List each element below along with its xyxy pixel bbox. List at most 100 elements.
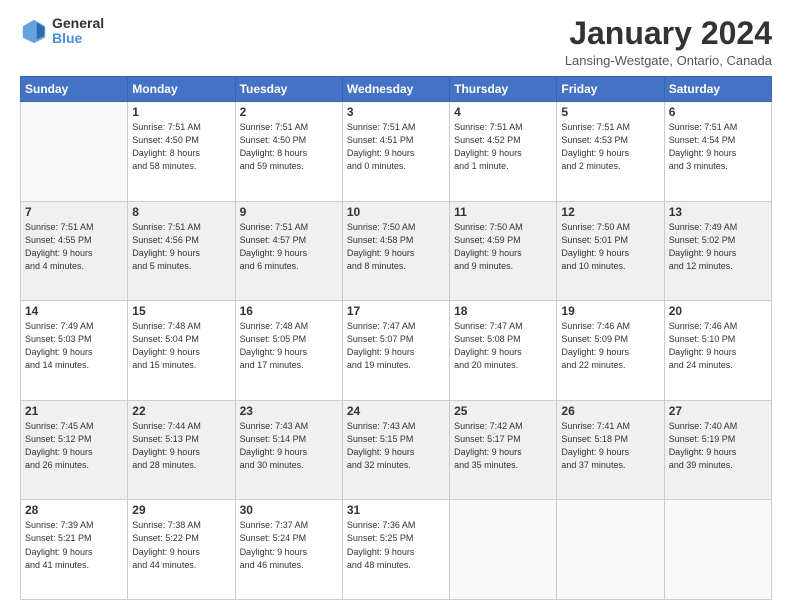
day-number: 2 <box>240 105 338 119</box>
day-number: 26 <box>561 404 659 418</box>
calendar-cell: 3 Sunrise: 7:51 AM Sunset: 4:51 PM Daylig… <box>342 102 449 202</box>
day-number: 10 <box>347 205 445 219</box>
calendar-cell: 18 Sunrise: 7:47 AM Sunset: 5:08 PM Dayli… <box>450 301 557 401</box>
calendar-cell <box>557 500 664 600</box>
calendar-cell <box>450 500 557 600</box>
calendar-cell <box>21 102 128 202</box>
day-info: Sunrise: 7:44 AM Sunset: 5:13 PM Dayligh… <box>132 420 230 472</box>
day-info: Sunrise: 7:50 AM Sunset: 5:01 PM Dayligh… <box>561 221 659 273</box>
logo-blue-label: Blue <box>52 31 104 46</box>
day-info: Sunrise: 7:45 AM Sunset: 5:12 PM Dayligh… <box>25 420 123 472</box>
day-number: 14 <box>25 304 123 318</box>
calendar-header-sunday: Sunday <box>21 77 128 102</box>
calendar-cell: 16 Sunrise: 7:48 AM Sunset: 5:05 PM Dayli… <box>235 301 342 401</box>
day-info: Sunrise: 7:50 AM Sunset: 4:59 PM Dayligh… <box>454 221 552 273</box>
day-info: Sunrise: 7:51 AM Sunset: 4:50 PM Dayligh… <box>240 121 338 173</box>
calendar-header-saturday: Saturday <box>664 77 771 102</box>
day-info: Sunrise: 7:49 AM Sunset: 5:03 PM Dayligh… <box>25 320 123 372</box>
day-number: 22 <box>132 404 230 418</box>
day-info: Sunrise: 7:38 AM Sunset: 5:22 PM Dayligh… <box>132 519 230 571</box>
day-info: Sunrise: 7:50 AM Sunset: 4:58 PM Dayligh… <box>347 221 445 273</box>
calendar-cell: 22 Sunrise: 7:44 AM Sunset: 5:13 PM Dayli… <box>128 400 235 500</box>
calendar-cell: 1 Sunrise: 7:51 AM Sunset: 4:50 PM Daylig… <box>128 102 235 202</box>
day-number: 6 <box>669 105 767 119</box>
calendar-cell: 23 Sunrise: 7:43 AM Sunset: 5:14 PM Dayli… <box>235 400 342 500</box>
day-info: Sunrise: 7:43 AM Sunset: 5:14 PM Dayligh… <box>240 420 338 472</box>
calendar-cell: 21Sunrise: 7:45 AM Sunset: 5:12 PM Dayli… <box>21 400 128 500</box>
day-info: Sunrise: 7:51 AM Sunset: 4:55 PM Dayligh… <box>25 221 123 273</box>
day-number: 15 <box>132 304 230 318</box>
main-title: January 2024 <box>565 16 772 51</box>
day-number: 23 <box>240 404 338 418</box>
calendar-cell: 27Sunrise: 7:40 AM Sunset: 5:19 PM Dayli… <box>664 400 771 500</box>
day-info: Sunrise: 7:39 AM Sunset: 5:21 PM Dayligh… <box>25 519 123 571</box>
calendar-cell: 12 Sunrise: 7:50 AM Sunset: 5:01 PM Dayli… <box>557 201 664 301</box>
calendar-cell: 26 Sunrise: 7:41 AM Sunset: 5:18 PM Dayli… <box>557 400 664 500</box>
day-number: 30 <box>240 503 338 517</box>
calendar-header-tuesday: Tuesday <box>235 77 342 102</box>
calendar-header-monday: Monday <box>128 77 235 102</box>
day-number: 7 <box>25 205 123 219</box>
calendar-week-row-1: 1 Sunrise: 7:51 AM Sunset: 4:50 PM Daylig… <box>21 102 772 202</box>
day-number: 13 <box>669 205 767 219</box>
day-info: Sunrise: 7:51 AM Sunset: 4:50 PM Dayligh… <box>132 121 230 173</box>
calendar-header-thursday: Thursday <box>450 77 557 102</box>
day-info: Sunrise: 7:51 AM Sunset: 4:52 PM Dayligh… <box>454 121 552 173</box>
day-number: 18 <box>454 304 552 318</box>
day-info: Sunrise: 7:51 AM Sunset: 4:54 PM Dayligh… <box>669 121 767 173</box>
calendar-header-row: SundayMondayTuesdayWednesdayThursdayFrid… <box>21 77 772 102</box>
day-info: Sunrise: 7:37 AM Sunset: 5:24 PM Dayligh… <box>240 519 338 571</box>
calendar-cell: 11Sunrise: 7:50 AM Sunset: 4:59 PM Dayli… <box>450 201 557 301</box>
header: General Blue January 2024 Lansing-Westga… <box>20 16 772 68</box>
calendar-cell: 14 Sunrise: 7:49 AM Sunset: 5:03 PM Dayli… <box>21 301 128 401</box>
day-number: 17 <box>347 304 445 318</box>
day-info: Sunrise: 7:41 AM Sunset: 5:18 PM Dayligh… <box>561 420 659 472</box>
day-info: Sunrise: 7:40 AM Sunset: 5:19 PM Dayligh… <box>669 420 767 472</box>
calendar-week-row-5: 28Sunrise: 7:39 AM Sunset: 5:21 PM Dayli… <box>21 500 772 600</box>
calendar-cell: 20 Sunrise: 7:46 AM Sunset: 5:10 PM Dayli… <box>664 301 771 401</box>
day-info: Sunrise: 7:51 AM Sunset: 4:57 PM Dayligh… <box>240 221 338 273</box>
day-info: Sunrise: 7:48 AM Sunset: 5:05 PM Dayligh… <box>240 320 338 372</box>
calendar-cell: 30 Sunrise: 7:37 AM Sunset: 5:24 PM Dayli… <box>235 500 342 600</box>
day-info: Sunrise: 7:48 AM Sunset: 5:04 PM Dayligh… <box>132 320 230 372</box>
page: General Blue January 2024 Lansing-Westga… <box>0 0 792 612</box>
day-number: 20 <box>669 304 767 318</box>
day-number: 9 <box>240 205 338 219</box>
day-number: 3 <box>347 105 445 119</box>
calendar-cell: 10 Sunrise: 7:50 AM Sunset: 4:58 PM Dayli… <box>342 201 449 301</box>
day-number: 29 <box>132 503 230 517</box>
calendar-cell: 5 Sunrise: 7:51 AM Sunset: 4:53 PM Daylig… <box>557 102 664 202</box>
calendar-cell: 29 Sunrise: 7:38 AM Sunset: 5:22 PM Dayli… <box>128 500 235 600</box>
day-number: 1 <box>132 105 230 119</box>
day-number: 16 <box>240 304 338 318</box>
title-block: January 2024 Lansing-Westgate, Ontario, … <box>565 16 772 68</box>
day-info: Sunrise: 7:46 AM Sunset: 5:10 PM Dayligh… <box>669 320 767 372</box>
day-info: Sunrise: 7:49 AM Sunset: 5:02 PM Dayligh… <box>669 221 767 273</box>
calendar-cell: 6 Sunrise: 7:51 AM Sunset: 4:54 PM Daylig… <box>664 102 771 202</box>
calendar-cell: 4Sunrise: 7:51 AM Sunset: 4:52 PM Daylig… <box>450 102 557 202</box>
calendar-cell: 25Sunrise: 7:42 AM Sunset: 5:17 PM Dayli… <box>450 400 557 500</box>
calendar-cell: 2 Sunrise: 7:51 AM Sunset: 4:50 PM Daylig… <box>235 102 342 202</box>
day-number: 31 <box>347 503 445 517</box>
day-info: Sunrise: 7:47 AM Sunset: 5:07 PM Dayligh… <box>347 320 445 372</box>
logo-general-label: General <box>52 16 104 31</box>
subtitle: Lansing-Westgate, Ontario, Canada <box>565 53 772 68</box>
calendar-cell: 8Sunrise: 7:51 AM Sunset: 4:56 PM Daylig… <box>128 201 235 301</box>
day-number: 8 <box>132 205 230 219</box>
calendar-cell: 24Sunrise: 7:43 AM Sunset: 5:15 PM Dayli… <box>342 400 449 500</box>
calendar-cell: 19Sunrise: 7:46 AM Sunset: 5:09 PM Dayli… <box>557 301 664 401</box>
day-info: Sunrise: 7:36 AM Sunset: 5:25 PM Dayligh… <box>347 519 445 571</box>
day-number: 12 <box>561 205 659 219</box>
day-number: 25 <box>454 404 552 418</box>
logo: General Blue <box>20 16 104 47</box>
day-info: Sunrise: 7:51 AM Sunset: 4:51 PM Dayligh… <box>347 121 445 173</box>
day-info: Sunrise: 7:43 AM Sunset: 5:15 PM Dayligh… <box>347 420 445 472</box>
calendar-header-wednesday: Wednesday <box>342 77 449 102</box>
day-info: Sunrise: 7:51 AM Sunset: 4:53 PM Dayligh… <box>561 121 659 173</box>
calendar-cell: 15 Sunrise: 7:48 AM Sunset: 5:04 PM Dayli… <box>128 301 235 401</box>
day-info: Sunrise: 7:47 AM Sunset: 5:08 PM Dayligh… <box>454 320 552 372</box>
day-info: Sunrise: 7:46 AM Sunset: 5:09 PM Dayligh… <box>561 320 659 372</box>
calendar-cell: 31 Sunrise: 7:36 AM Sunset: 5:25 PM Dayli… <box>342 500 449 600</box>
day-number: 5 <box>561 105 659 119</box>
calendar-header-friday: Friday <box>557 77 664 102</box>
